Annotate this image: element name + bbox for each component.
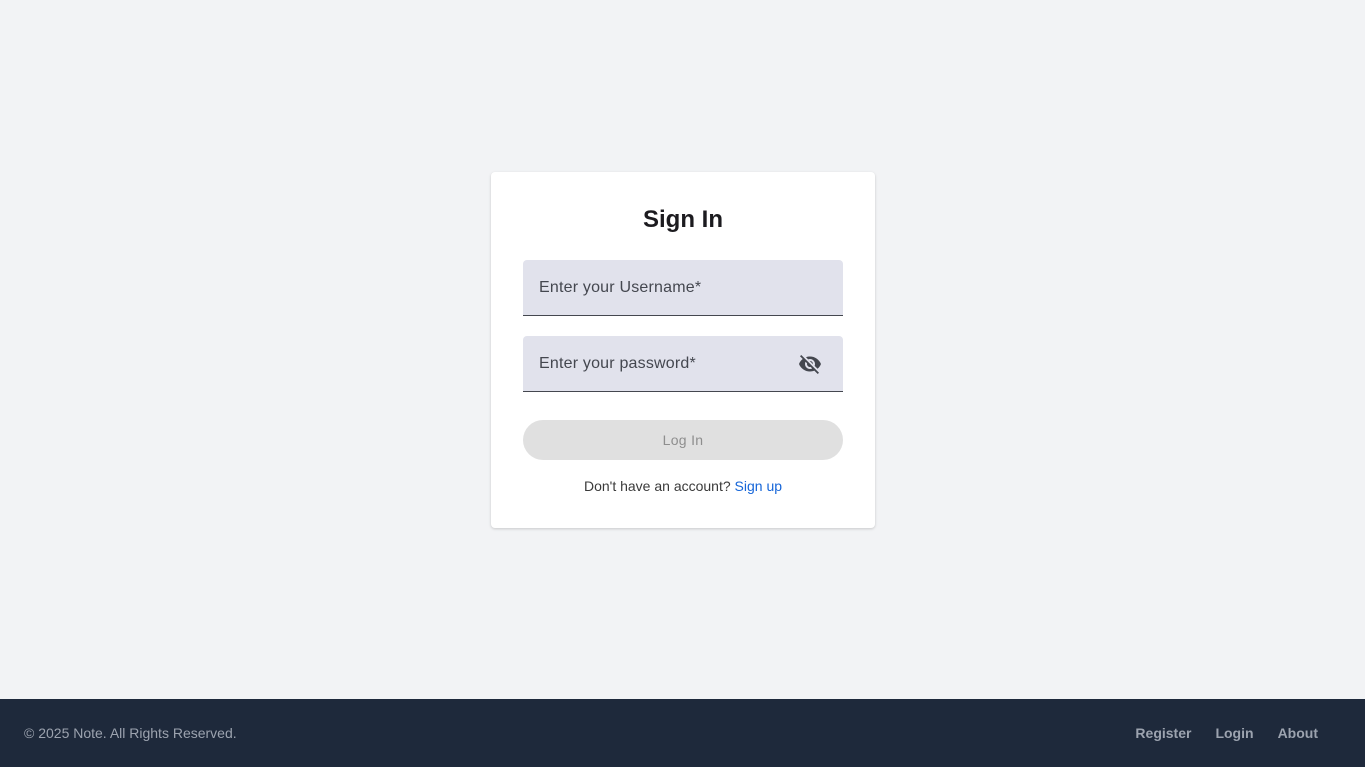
password-field[interactable]: Enter your password*: [523, 336, 843, 392]
page: Sign In Enter your Username* Enter your …: [0, 0, 1365, 767]
username-field[interactable]: Enter your Username*: [523, 260, 843, 316]
copyright-text: © 2025 Note. All Rights Reserved.: [24, 725, 237, 741]
footer-link-register[interactable]: Register: [1135, 724, 1191, 742]
signup-prompt: Don't have an account? Sign up: [491, 477, 875, 495]
footer: © 2025 Note. All Rights Reserved. Regist…: [0, 699, 1365, 767]
signin-title: Sign In: [643, 206, 723, 233]
signup-link[interactable]: Sign up: [735, 478, 782, 494]
visibility-off-icon[interactable]: [797, 351, 823, 377]
footer-nav: Register Login About: [1135, 724, 1318, 742]
footer-link-about[interactable]: About: [1278, 724, 1318, 742]
main-content: Sign In Enter your Username* Enter your …: [0, 0, 1365, 699]
no-account-text: Don't have an account?: [583, 478, 731, 494]
login-button[interactable]: Log In: [523, 420, 843, 460]
password-label: Enter your password*: [539, 355, 696, 372]
username-label: Enter your Username*: [539, 279, 702, 296]
signin-card: Sign In Enter your Username* Enter your …: [491, 172, 875, 528]
footer-link-login[interactable]: Login: [1215, 724, 1253, 742]
